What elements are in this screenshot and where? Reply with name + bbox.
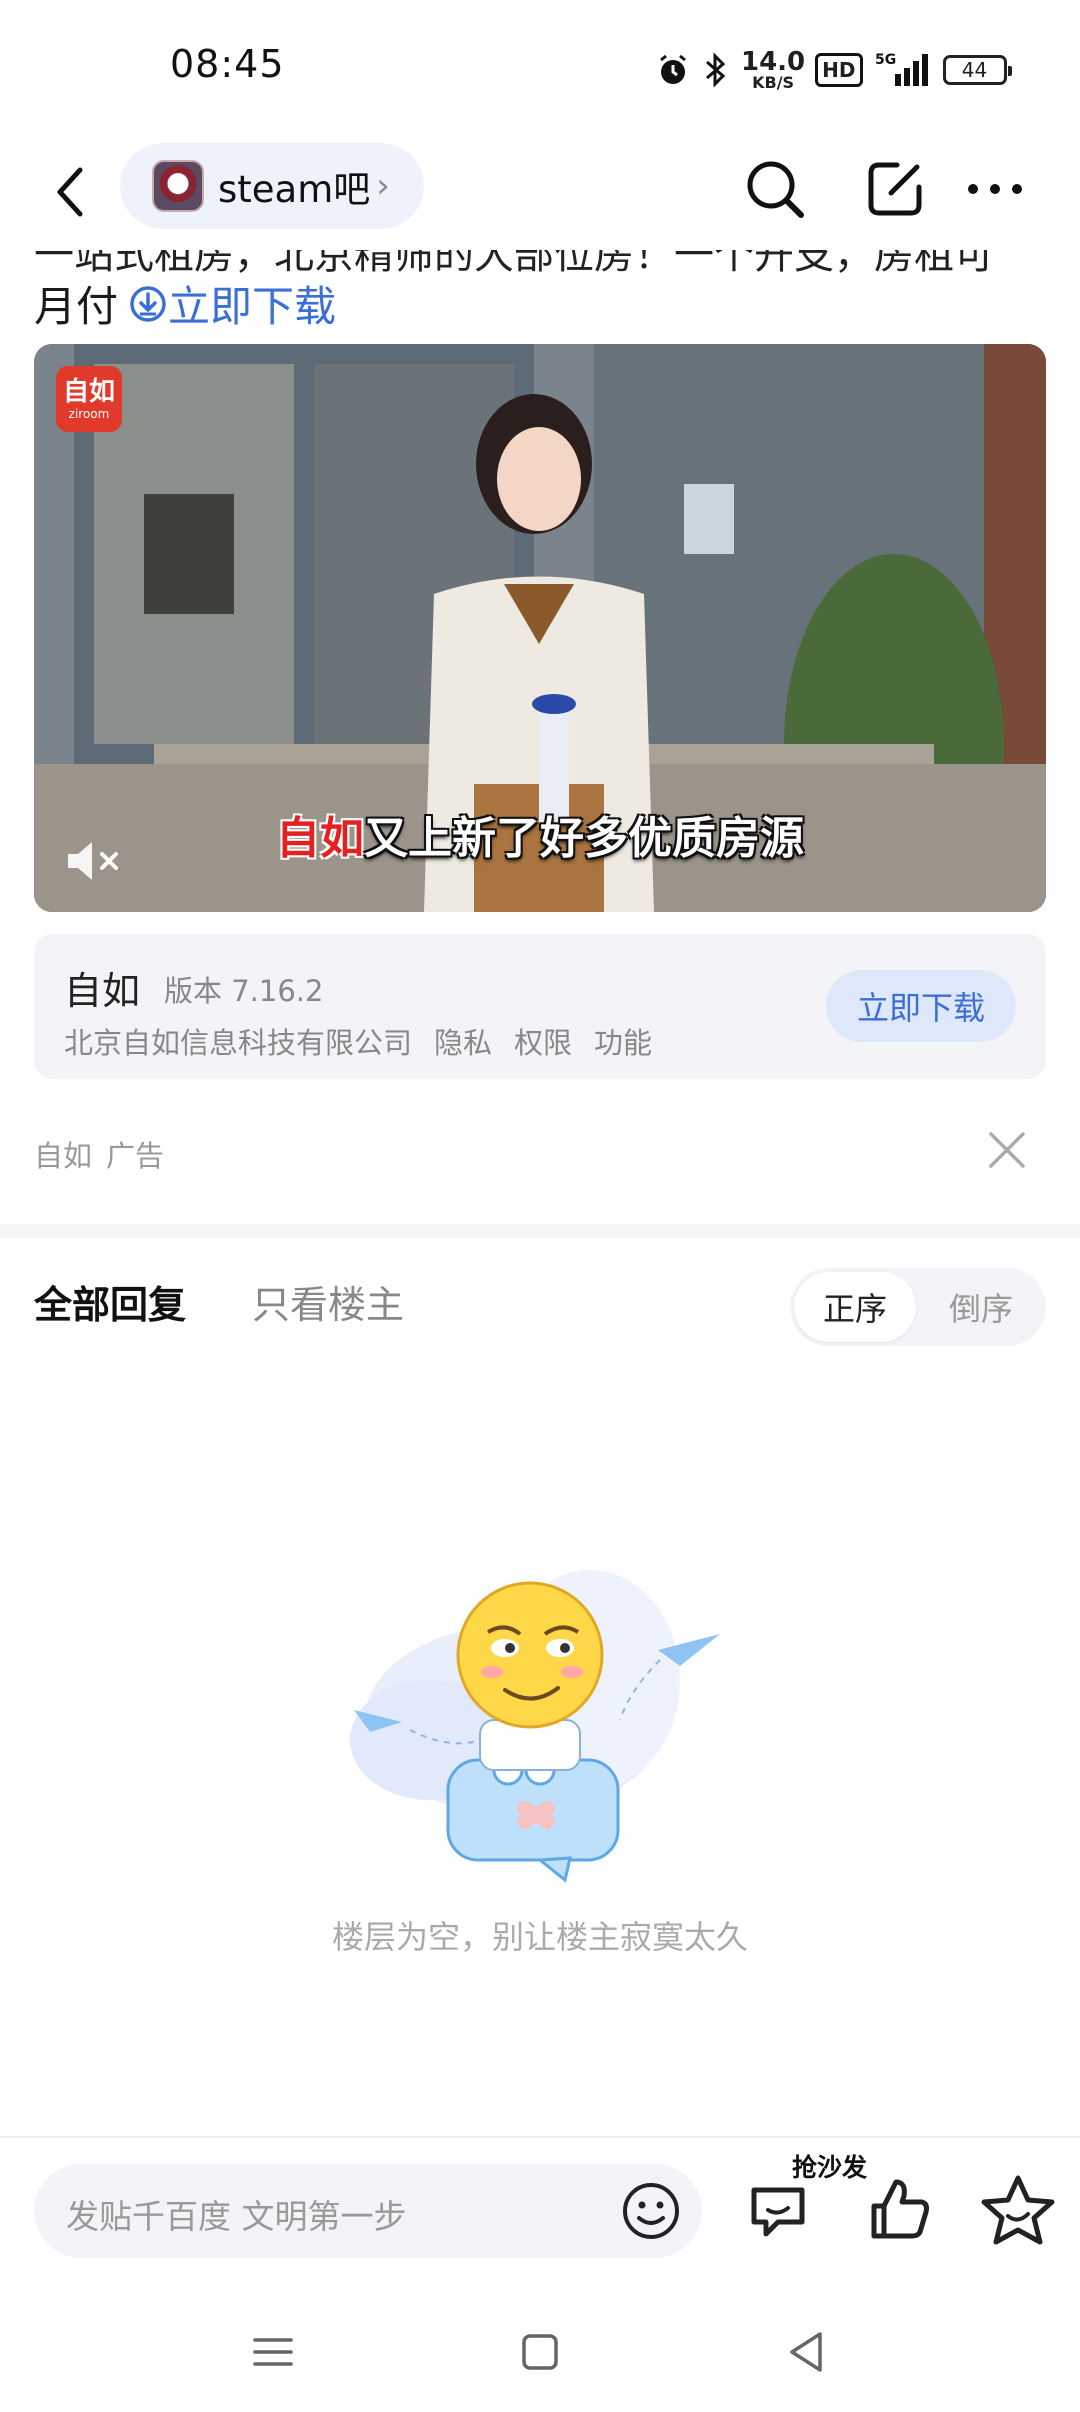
app-company: 北京自如信息科技有限公司 bbox=[64, 1026, 413, 1060]
empty-state-message: 楼层为空，别让楼主寂寞太久 bbox=[331, 1918, 748, 1956]
permissions-link[interactable]: 权限 bbox=[514, 1020, 572, 1062]
menu-icon[interactable] bbox=[243, 2322, 303, 2382]
battery-indicator: 44 bbox=[942, 55, 1012, 85]
back-arrow-icon bbox=[57, 167, 83, 217]
more-button[interactable] bbox=[955, 149, 1035, 229]
features-link[interactable]: 功能 bbox=[594, 1020, 652, 1062]
sort-asc-button[interactable]: 正序 bbox=[794, 1272, 916, 1342]
status-icons: 14.0 KB/S HD 5G 44 bbox=[655, 45, 1012, 95]
bottom-bar: 发贴千百度 文明第一步 抢沙发 bbox=[0, 2136, 1080, 2276]
favorite-star-icon[interactable] bbox=[978, 2170, 1058, 2250]
download-button[interactable]: 立即下载 bbox=[826, 970, 1016, 1042]
svg-text:5G: 5G bbox=[875, 52, 896, 68]
home-square-icon[interactable] bbox=[510, 2322, 570, 2382]
forum-avatar bbox=[152, 160, 204, 212]
mute-icon[interactable] bbox=[64, 836, 124, 886]
top-nav: steam吧 › bbox=[0, 135, 1080, 250]
forum-pill[interactable]: steam吧 › bbox=[120, 143, 424, 229]
sort-toggle: 正序 倒序 bbox=[790, 1268, 1046, 1346]
empty-state-illustration bbox=[350, 1570, 720, 1883]
chevron-right-icon: › bbox=[376, 166, 390, 206]
download-icon bbox=[130, 285, 166, 322]
search-icon bbox=[747, 161, 804, 218]
status-bar: 08:45 14.0 KB/S HD 5G 44 bbox=[0, 0, 1080, 135]
tab-all-replies[interactable]: 全部回复 bbox=[34, 1274, 186, 1329]
back-triangle-icon[interactable] bbox=[776, 2322, 836, 2382]
reply-input[interactable]: 发贴千百度 文明第一步 bbox=[34, 2164, 702, 2258]
page: 08:45 14.0 KB/S HD 5G 44 一站式租房，北京精筛的大部位房… bbox=[0, 0, 1080, 2412]
clock: 08:45 bbox=[170, 42, 285, 86]
net-speed: 14.0 KB/S bbox=[741, 47, 806, 92]
app-meta: 北京自如信息科技有限公司 隐私 权限 功能 bbox=[64, 1020, 652, 1062]
ad-label: 广告 bbox=[106, 1139, 165, 1173]
ad-video[interactable]: 自如 ziroom 自如又上新了好多优质房源 bbox=[34, 344, 1046, 912]
advertiser-name: 自如 bbox=[34, 1139, 93, 1173]
system-nav-bar bbox=[0, 2300, 1080, 2412]
search-button[interactable] bbox=[735, 149, 815, 229]
post-line: 月付 立即下载 bbox=[34, 273, 337, 334]
compose-button[interactable] bbox=[855, 149, 935, 229]
section-divider bbox=[0, 1224, 1080, 1238]
more-icon bbox=[968, 184, 1022, 194]
post-text: 月付 bbox=[34, 282, 119, 331]
app-version: 版本 7.16.2 bbox=[164, 974, 324, 1008]
download-link-label: 立即下载 bbox=[168, 282, 337, 331]
tab-owner-only[interactable]: 只看楼主 bbox=[252, 1274, 404, 1329]
emoji-icon[interactable] bbox=[618, 2178, 684, 2244]
forum-name: steam吧 bbox=[218, 168, 371, 211]
back-button[interactable] bbox=[40, 157, 100, 227]
hd-badge: HD bbox=[815, 53, 863, 87]
edit-icon bbox=[868, 162, 922, 216]
app-name: 自如 bbox=[64, 969, 141, 1013]
like-icon[interactable] bbox=[860, 2170, 940, 2250]
sort-desc-button[interactable]: 倒序 bbox=[920, 1272, 1042, 1342]
privacy-link[interactable]: 隐私 bbox=[434, 1020, 492, 1062]
signal-icon: 5G bbox=[875, 52, 928, 86]
app-card: 自如 版本 7.16.2 北京自如信息科技有限公司 隐私 权限 功能 立即下载 bbox=[34, 934, 1046, 1079]
close-icon[interactable] bbox=[985, 1128, 1029, 1172]
alarm-icon bbox=[660, 54, 686, 84]
ziroom-logo: 自如 ziroom bbox=[56, 366, 122, 432]
download-link[interactable]: 立即下载 bbox=[128, 273, 336, 334]
sofa-label: 抢沙发 bbox=[792, 2153, 868, 2182]
ad-info: 自如 广告 bbox=[34, 1133, 164, 1175]
video-subtitle: 自如又上新了好多优质房源 bbox=[276, 813, 804, 864]
reply-placeholder: 发贴千百度 文明第一步 bbox=[66, 2197, 407, 2236]
bluetooth-icon bbox=[706, 52, 726, 88]
